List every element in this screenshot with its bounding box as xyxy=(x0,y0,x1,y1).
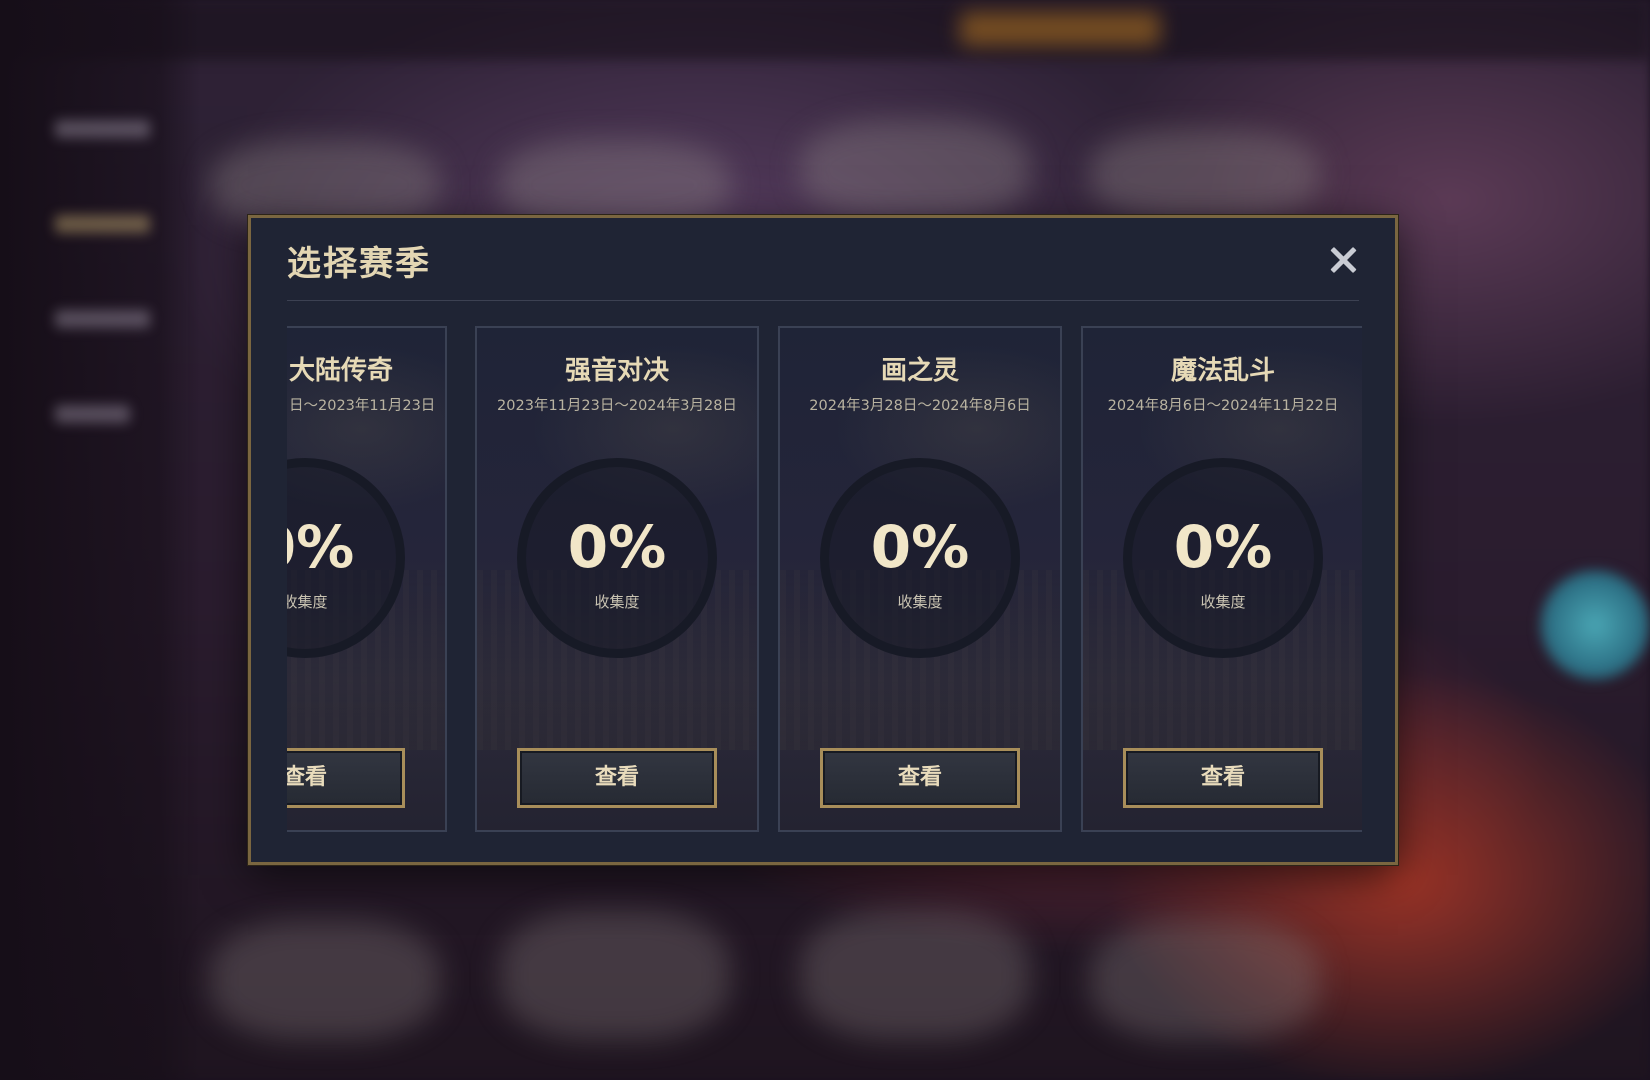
collection-progress-ring: 0% 收集度 xyxy=(517,458,717,658)
background-tile xyxy=(800,120,1030,220)
close-icon[interactable] xyxy=(1325,242,1361,278)
collection-label: 收集度 xyxy=(1200,593,1246,611)
season-name: 魔法乱斗 xyxy=(1170,356,1275,386)
background-nav-item xyxy=(55,405,130,423)
season-dates: 2024年8月6日～2024年11月22日 xyxy=(1107,398,1339,414)
season-card[interactable]: 魔法乱斗 2024年8月6日～2024年11月22日 0% 收集度 查看 xyxy=(1081,326,1362,832)
title-divider xyxy=(287,300,1359,301)
background-nav-item xyxy=(55,215,150,233)
view-button[interactable]: 查看 xyxy=(517,748,717,808)
background-tile xyxy=(210,920,440,1040)
collection-percent: 0% xyxy=(870,513,970,581)
season-dates: 日～2023年11月23日 xyxy=(289,398,436,414)
collection-label: 收集度 xyxy=(287,593,328,611)
season-name: 画之灵 xyxy=(880,356,959,386)
background-sidebar xyxy=(0,0,200,1080)
modal-title: 选择赛季 xyxy=(287,244,431,284)
collection-progress-ring: 0% 收集度 xyxy=(1123,458,1323,658)
background-tile xyxy=(1090,130,1320,220)
background-nav-item xyxy=(55,310,150,328)
collection-percent: 0% xyxy=(287,513,355,581)
background-top-bar xyxy=(0,0,1650,60)
season-card[interactable]: 大陆传奇 日～2023年11月23日 0% 收集度 查看 xyxy=(287,326,447,832)
season-name: 大陆传奇 xyxy=(289,356,394,386)
collection-label: 收集度 xyxy=(594,593,640,611)
collection-progress-ring: 0% 收集度 xyxy=(820,458,1020,658)
view-button[interactable]: 查看 xyxy=(287,748,405,808)
background-tile xyxy=(500,910,730,1040)
season-dates: 2023年11月23日～2024年3月28日 xyxy=(497,398,737,414)
view-button[interactable]: 查看 xyxy=(1123,748,1323,808)
select-season-modal: 选择赛季 大陆传奇 日～2023年11月23日 0% 收集度 查看 强音对决 2… xyxy=(248,215,1398,865)
season-card-list[interactable]: 大陆传奇 日～2023年11月23日 0% 收集度 查看 强音对决 2023年1… xyxy=(287,326,1362,834)
background-nav-item xyxy=(55,120,150,138)
view-button[interactable]: 查看 xyxy=(820,748,1020,808)
collection-label: 收集度 xyxy=(897,593,943,611)
background-tile xyxy=(1090,920,1320,1040)
season-dates: 2024年3月28日～2024年8月6日 xyxy=(809,398,1031,414)
collection-percent: 0% xyxy=(567,513,667,581)
season-name: 强音对决 xyxy=(564,356,669,386)
season-card[interactable]: 画之灵 2024年3月28日～2024年8月6日 0% 收集度 查看 xyxy=(778,326,1062,832)
collection-percent: 0% xyxy=(1173,513,1273,581)
background-tile xyxy=(800,910,1030,1040)
background-top-button xyxy=(960,12,1160,46)
season-card[interactable]: 强音对决 2023年11月23日～2024年3月28日 0% 收集度 查看 xyxy=(475,326,759,832)
background-orb-icon xyxy=(1540,570,1650,680)
